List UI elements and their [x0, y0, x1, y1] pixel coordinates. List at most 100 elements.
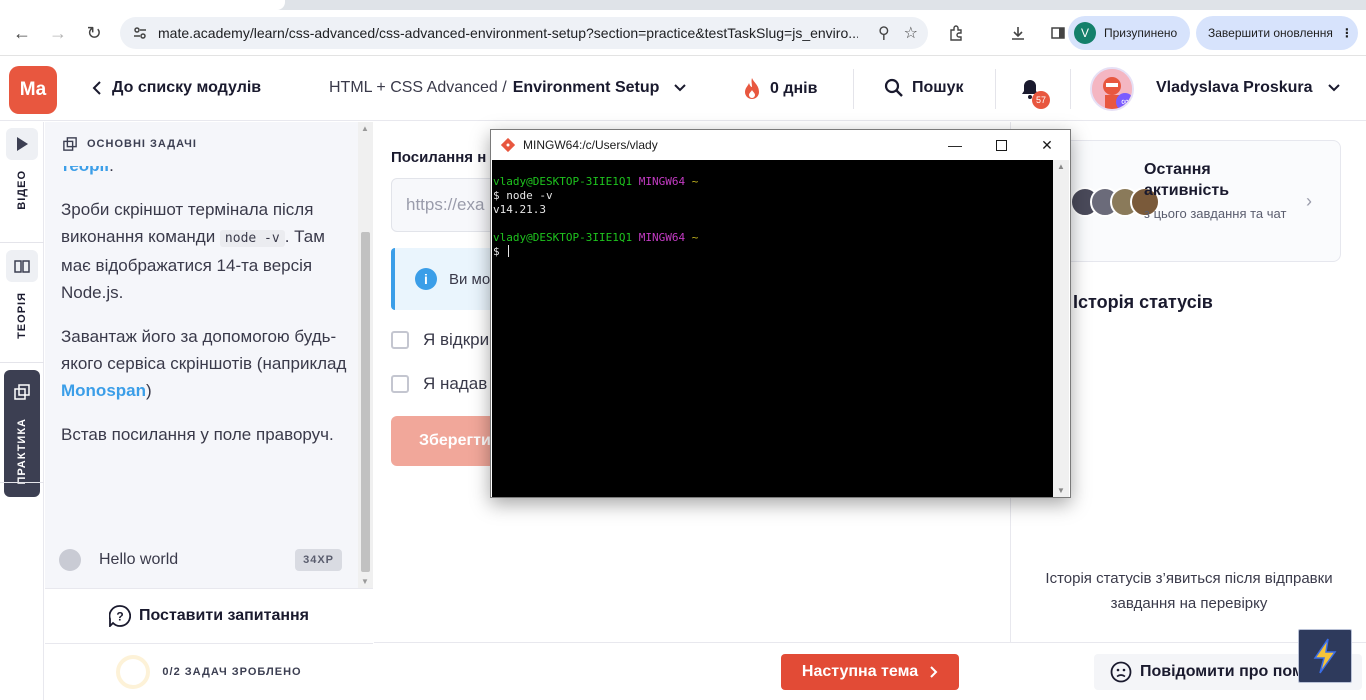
rail-divider [0, 242, 44, 243]
terminal-prompt: $ [493, 245, 507, 258]
theory-link[interactable]: теорії [61, 166, 109, 175]
minimize-icon[interactable]: — [932, 130, 978, 160]
copy-icon [63, 137, 77, 151]
header-divider [853, 69, 854, 109]
maximize-icon[interactable] [978, 130, 1024, 160]
more-vert-icon: ⋮ [1340, 26, 1353, 40]
prompt-user: vlady@DESKTOP-3IIE1Q1 [493, 231, 633, 244]
search-button[interactable]: Пошук [884, 78, 964, 98]
recent-activity-card[interactable]: Остання активність з цього завдання та ч… [1051, 140, 1341, 262]
address-bar[interactable]: mate.academy/learn/css-advanced/css-adva… [120, 17, 928, 49]
course-prefix: HTML + CSS Advanced / [329, 79, 507, 96]
task-paragraph: Встав посилання у поле праворуч. [61, 425, 334, 444]
checkbox[interactable] [391, 331, 409, 349]
infinity-badge-icon: ∞ [1116, 93, 1132, 109]
task-text: Завантаж його за допомогою будь-якого се… [61, 327, 347, 373]
task-panel: ОСНОВНІ ЗАДАЧІ теорії. Зроби скріншот те… [45, 122, 373, 700]
streak-label: 0 днів [770, 80, 818, 97]
user-menu[interactable]: Vladyslava Proskura [1156, 79, 1341, 97]
scroll-up-icon[interactable]: ▲ [361, 124, 369, 133]
course-selector[interactable]: HTML + CSS Advanced / Environment Setup [329, 79, 687, 97]
download-icon[interactable] [1002, 17, 1034, 49]
tab-strip [0, 0, 1366, 10]
task-paragraph: теорії. [61, 166, 357, 179]
link-field-label: Посилання н [391, 149, 487, 166]
url-text[interactable]: mate.academy/learn/css-advanced/css-adva… [158, 25, 858, 41]
update-button[interactable]: Завершити оновлення ⋮ [1196, 16, 1358, 50]
bookmark-star-icon[interactable]: ☆ [904, 23, 918, 43]
progress-ring [116, 655, 151, 689]
task-paragraph: Завантаж його за допомогою будь-якого се… [61, 323, 357, 404]
checkbox-row[interactable]: Я надав [391, 374, 487, 394]
next-topic-button[interactable]: Наступна тема [781, 654, 959, 690]
rail-item-practice[interactable]: ПРАКТИКА [4, 370, 40, 497]
rail-item-video[interactable]: ВІДЕО [4, 128, 40, 210]
rail-label-theory: ТЕОРІЯ [16, 292, 28, 339]
task-name: Hello world [99, 551, 179, 568]
forward-arrow-icon[interactable]: → [40, 15, 76, 51]
chevron-down-icon [674, 84, 687, 92]
terminal-scrollbar[interactable]: ▲ ▼ [1053, 160, 1069, 497]
back-arrow-icon[interactable]: ← [4, 15, 40, 51]
course-topic: Environment Setup [512, 79, 660, 96]
prompt-dir: ~ [691, 231, 699, 244]
terminal-output[interactable]: vlady@DESKTOP-3IIE1Q1 MINGW64 ~ $ node -… [492, 160, 1054, 497]
checkbox-label: Я надав [423, 374, 488, 393]
terminal-title: MINGW64:/c/Users/vlady [523, 138, 658, 152]
task-panel-header: ОСНОВНІ ЗАДАЧІ [45, 122, 357, 166]
chevron-right-icon [930, 666, 938, 678]
back-label: До списку модулів [112, 79, 262, 96]
logo[interactable]: Ma [9, 66, 57, 114]
sad-face-icon [1110, 661, 1132, 683]
reload-icon[interactable]: ↻ [76, 15, 112, 51]
prompt-env: MINGW64 [638, 231, 686, 244]
back-to-modules-link[interactable]: До списку модулів [92, 79, 261, 97]
scroll-down-icon[interactable]: ▼ [1057, 486, 1065, 495]
rail-label-video: ВІДЕО [16, 170, 28, 210]
progress-label: 0/2 ЗАДАЧ ЗРОБЛЕНО [162, 666, 302, 678]
scroll-down-icon[interactable]: ▼ [361, 577, 369, 586]
next-topic-label: Наступна тема [801, 663, 919, 680]
terminal-window[interactable]: MINGW64:/c/Users/vlady — ✕ vlady@DESKTOP… [490, 129, 1071, 498]
scroll-up-icon[interactable]: ▲ [1057, 162, 1065, 171]
profile-button[interactable]: V Призупинено [1068, 16, 1190, 50]
checkbox-row[interactable]: Я відкри [391, 330, 489, 350]
task-paragraph: Зроби скріншот термінала після виконання… [61, 196, 357, 306]
streak-counter[interactable]: 0 днів [742, 77, 817, 101]
search-icon [884, 78, 903, 97]
chevron-down-icon [1327, 84, 1340, 92]
active-tab[interactable] [0, 0, 285, 10]
scrollbar-thumb[interactable] [361, 232, 370, 572]
book-icon [6, 250, 38, 282]
rail-label-practice: ПРАКТИКА [16, 418, 28, 485]
xp-badge: 34XP [295, 549, 342, 571]
search-label: Пошук [912, 79, 964, 96]
avatar[interactable]: ∞ [1090, 67, 1134, 111]
checkbox[interactable] [391, 375, 409, 393]
notifications-button[interactable]: 57 [1018, 77, 1050, 109]
question-icon: ? [108, 605, 131, 627]
list-item[interactable]: Hello world 34XP [45, 532, 358, 588]
user-name: Vladyslava Proskura [1156, 79, 1313, 96]
task-description: теорії. Зроби скріншот термінала після в… [61, 166, 357, 531]
rail-divider [0, 362, 44, 363]
profile-avatar: V [1074, 22, 1096, 44]
activity-title: Остання активність [1144, 161, 1230, 199]
update-label: Завершити оновлення [1208, 26, 1333, 40]
monospan-link[interactable]: Monospan [61, 381, 146, 400]
info-text: Ви мо [449, 270, 491, 288]
ask-question-button[interactable]: ? Поставити запитання [45, 588, 373, 644]
lightning-widget-icon[interactable] [1298, 629, 1352, 683]
profile-status: Призупинено [1104, 26, 1178, 40]
chevron-right-icon: › [1306, 191, 1312, 211]
extensions-icon[interactable] [940, 17, 972, 49]
text-cursor [508, 245, 510, 257]
site-settings-icon[interactable] [132, 25, 148, 41]
copy-icon [6, 376, 38, 408]
terminal-titlebar[interactable]: MINGW64:/c/Users/vlady — ✕ [491, 130, 1070, 160]
task-scrollbar[interactable]: ▲ ▼ [358, 122, 373, 588]
rail-item-theory[interactable]: ТЕОРІЯ [4, 250, 40, 339]
zoom-icon[interactable]: ⚲ [878, 23, 890, 43]
close-icon[interactable]: ✕ [1024, 130, 1070, 160]
checkbox-label: Я відкри [423, 330, 490, 349]
